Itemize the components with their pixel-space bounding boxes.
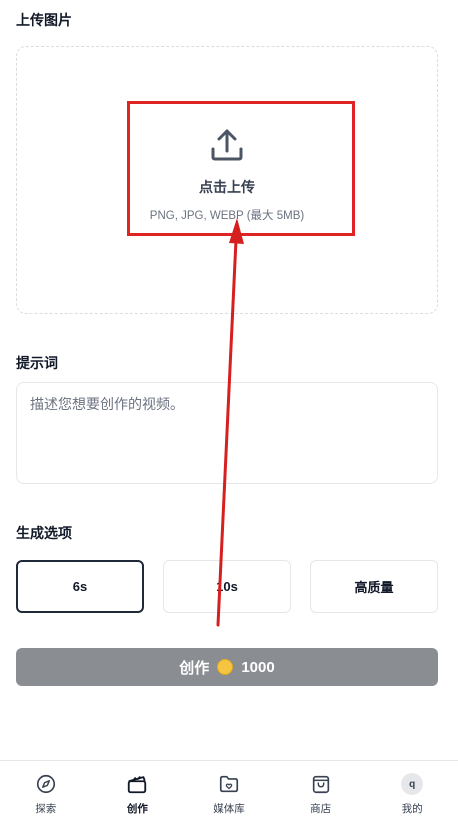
compass-icon: [36, 774, 55, 794]
upload-format-hint: PNG, JPG, WEBP (最大 5MB): [149, 210, 305, 222]
image-upload-dropzone[interactable]: 点击上传 PNG, JPG, WEBP (最大 5MB): [16, 46, 438, 314]
upload-section-label: 上传图片: [16, 12, 72, 28]
nav-media-library-label: 媒体库: [213, 803, 245, 815]
clapperboard-icon: [128, 776, 147, 794]
duration-10s-option[interactable]: 10s: [163, 560, 291, 613]
create-cost: 1000: [241, 658, 275, 676]
duration-6s-option[interactable]: 6s: [16, 560, 144, 613]
nav-profile-label: 我的: [401, 803, 423, 815]
nav-explore[interactable]: 探索: [0, 761, 92, 837]
shopping-bag-icon: [312, 775, 329, 794]
nav-profile[interactable]: q 我的: [366, 761, 458, 837]
nav-media-library[interactable]: 媒体库: [183, 761, 275, 837]
prompt-section-label: 提示词: [16, 355, 58, 371]
upload-icon: [211, 129, 243, 161]
prompt-input[interactable]: [16, 382, 438, 484]
nav-shop-label: 商店: [310, 803, 332, 815]
nav-shop[interactable]: 商店: [275, 761, 367, 837]
nav-explore-label: 探索: [35, 803, 57, 815]
folder-heart-icon: [219, 775, 239, 793]
avatar: q: [401, 773, 424, 795]
create-button-label: 创作: [179, 659, 210, 677]
bottom-nav: 探索 创作 媒体库 商店 q 我的: [0, 760, 458, 837]
nav-create-label: 创作: [126, 803, 148, 815]
nav-create[interactable]: 创作: [92, 761, 184, 837]
high-quality-option[interactable]: 高质量: [310, 560, 438, 613]
options-section-label: 生成选项: [16, 525, 72, 541]
create-button[interactable]: 创作 1000: [16, 648, 438, 686]
upload-title: 点击上传: [199, 179, 255, 195]
coin-icon: [217, 659, 234, 675]
